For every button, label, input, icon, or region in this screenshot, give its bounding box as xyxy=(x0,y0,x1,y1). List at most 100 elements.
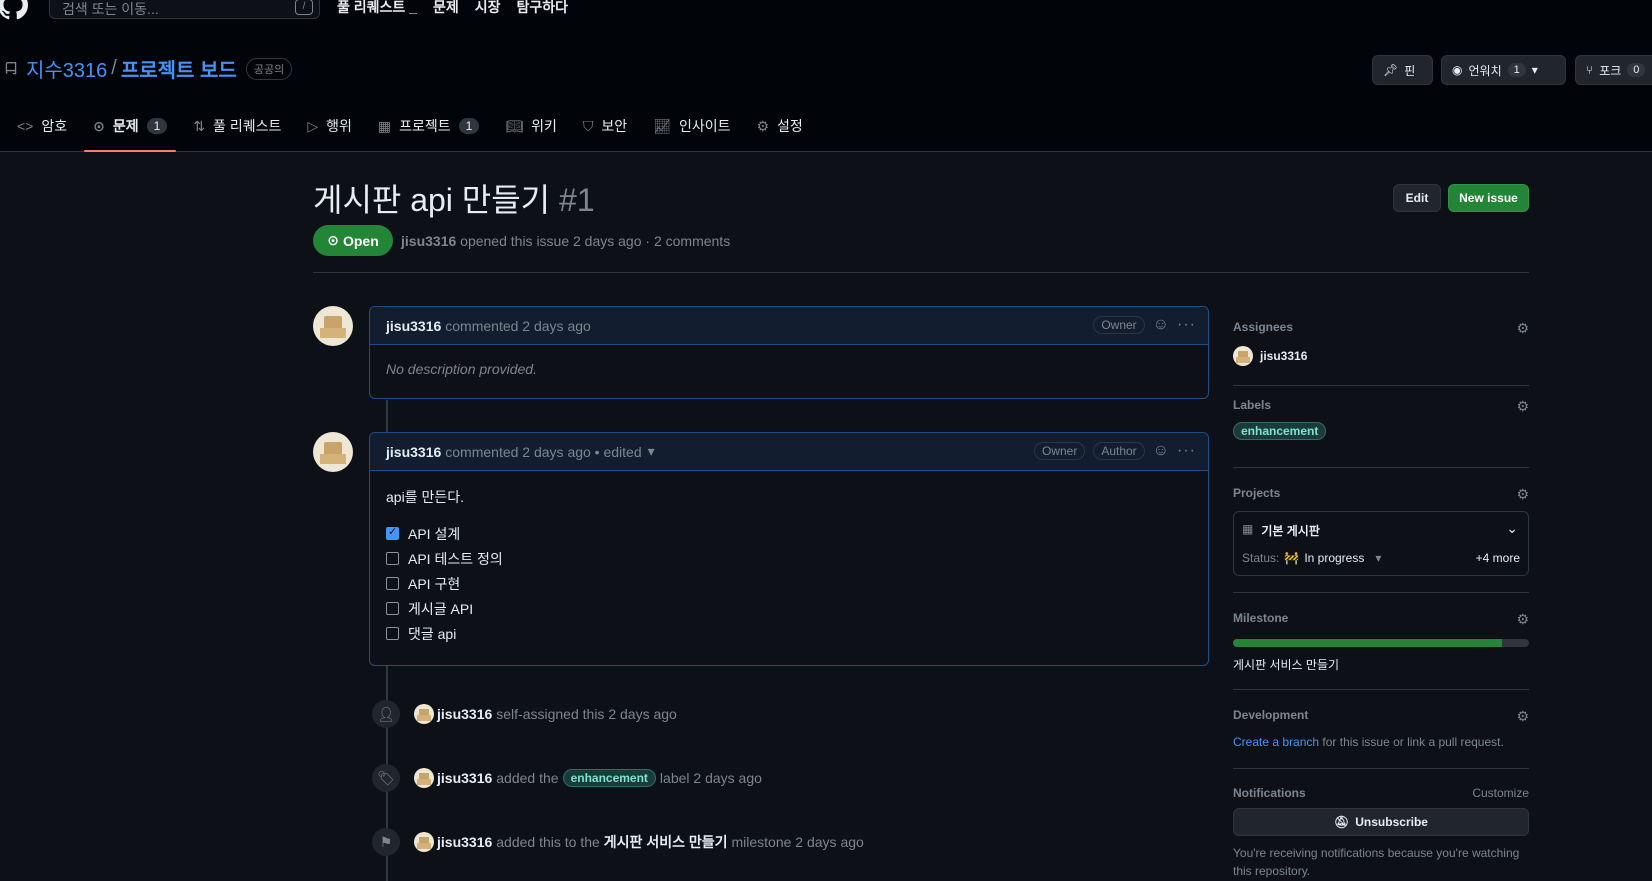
task-item: API 테스트 정의 xyxy=(386,546,1192,571)
tab-projects[interactable]: ▦ 프로젝트 1 xyxy=(369,104,488,148)
pin-button[interactable]: 📌︎ 핀 xyxy=(1372,55,1433,85)
sidebar-assignees: Assignees ⚙ jisu3316 xyxy=(1233,320,1529,386)
task-text: 게시글 API xyxy=(408,600,474,617)
kebab-horizontal-icon[interactable]: ··· xyxy=(1177,316,1196,334)
comment-author-link[interactable]: jisu3316 xyxy=(386,444,441,460)
task-checkbox[interactable] xyxy=(386,602,399,615)
pin-label: 핀 xyxy=(1404,63,1416,78)
tab-insights[interactable]: 📈︎ 인사이트 xyxy=(644,104,739,148)
avatar[interactable] xyxy=(313,432,353,472)
sidebar-development: Development ⚙ xyxy=(1233,708,1529,725)
gear-icon[interactable]: ⚙ xyxy=(1516,486,1529,503)
search-shortcut-key: / xyxy=(295,0,313,15)
tab-settings[interactable]: ⚙ 설정 xyxy=(747,104,811,148)
assignee-name: jisu3316 xyxy=(1260,349,1308,363)
kebab-horizontal-icon[interactable]: ··· xyxy=(1177,442,1196,460)
tab-label: 위키 xyxy=(531,118,557,134)
progress-fill xyxy=(1233,639,1503,647)
book-icon: 📖︎ xyxy=(505,117,524,134)
event-author-link[interactable]: jisu3316 xyxy=(437,770,492,786)
tab-pull-requests[interactable]: ⇅ 풀 리퀘스트 xyxy=(184,104,290,148)
milestone-link[interactable]: 게시판 서비스 만들기 xyxy=(604,832,728,852)
tab-label: 프로젝트 xyxy=(399,118,451,134)
pin-icon: 📌︎ xyxy=(1383,63,1399,77)
project-title-row[interactable]: ▦ 기본 게시판 xyxy=(1242,522,1320,539)
projects-heading[interactable]: Projects xyxy=(1233,486,1529,500)
labels-heading[interactable]: Labels xyxy=(1233,398,1529,412)
owner-badge: Owner xyxy=(1093,316,1145,334)
gear-icon[interactable]: ⚙ xyxy=(1516,398,1529,415)
issue-state-badge: ⊙ Open xyxy=(313,225,393,256)
task-checkbox[interactable] xyxy=(386,627,399,640)
comment-body-text: No description provided. xyxy=(386,361,537,377)
tab-label: 풀 리퀘스트 xyxy=(213,118,282,134)
task-text: API 설계 xyxy=(408,525,461,542)
tab-security[interactable]: ⛉ 보안 xyxy=(574,104,636,148)
gear-icon[interactable]: ⚙ xyxy=(1516,708,1529,725)
event-author-link[interactable]: jisu3316 xyxy=(437,706,492,722)
smiley-icon[interactable]: ☺ xyxy=(1153,442,1169,460)
task-checkbox[interactable] xyxy=(386,552,399,565)
repo-owner-link[interactable]: 지수3316 xyxy=(26,54,107,83)
avatar[interactable] xyxy=(414,832,434,852)
event-author-link[interactable]: jisu3316 xyxy=(437,834,492,850)
nav-marketplace[interactable]: 시장 xyxy=(475,0,501,17)
smiley-icon[interactable]: ☺ xyxy=(1153,316,1169,334)
tab-label: 보안 xyxy=(601,118,628,134)
event-text: milestone 2 days ago xyxy=(731,834,864,850)
comment-author-link[interactable]: jisu3316 xyxy=(386,318,441,334)
new-issue-button[interactable]: New issue xyxy=(1448,184,1529,212)
comment-header: jisu3316 commented 2 days ago Owner ☺ ··… xyxy=(370,307,1208,345)
milestone-heading[interactable]: Milestone xyxy=(1233,611,1529,625)
task-item: 게시글 API xyxy=(386,596,1192,621)
play-icon: ▷ xyxy=(307,117,319,134)
watch-button[interactable]: ◉ 언워치 1 ▾ xyxy=(1441,55,1566,85)
label-enhancement[interactable]: enhancement xyxy=(562,769,656,787)
tab-count: 1 xyxy=(458,118,480,134)
milestone-icon: ⚑ xyxy=(372,828,400,856)
avatar[interactable] xyxy=(414,704,434,724)
event-text: self-assigned this 2 days ago xyxy=(496,706,677,722)
divider xyxy=(1233,592,1529,593)
search-input[interactable]: 검색 또는 이동... / xyxy=(49,0,320,19)
unsubscribe-button[interactable]: 🔕︎ Unsubscribe xyxy=(1233,808,1529,836)
nav-pull-requests[interactable]: 풀 리퀘스트 _ xyxy=(337,0,417,17)
gear-icon[interactable]: ⚙ xyxy=(1516,320,1529,337)
nav-issues[interactable]: 문제 xyxy=(433,0,459,17)
search-placeholder: 검색 또는 이동... xyxy=(62,1,159,17)
chevron-down-icon[interactable]: ⌄ xyxy=(1506,520,1518,537)
avatar[interactable] xyxy=(414,768,434,788)
tab-label: 문제 xyxy=(112,118,139,134)
create-branch-link[interactable]: Create a branch xyxy=(1233,735,1319,749)
more-fields-link[interactable]: +4 more xyxy=(1476,551,1520,565)
assignees-heading[interactable]: Assignees xyxy=(1233,320,1529,334)
customize-link[interactable]: Customize xyxy=(1472,786,1529,800)
tab-actions[interactable]: ▷ 행위 xyxy=(298,104,361,148)
issue-title-text: 게시판 api 만들기 xyxy=(313,182,551,218)
gear-icon[interactable]: ⚙ xyxy=(1516,611,1529,628)
tab-wiki[interactable]: 📖︎ 위키 xyxy=(496,104,566,148)
edit-button[interactable]: Edit xyxy=(1393,184,1441,212)
fork-button[interactable]: ⑂ 포크 0 xyxy=(1575,55,1652,85)
milestone-link[interactable]: 게시판 서비스 만들기 xyxy=(1233,656,1339,673)
issue-author-link[interactable]: jisu3316 xyxy=(401,233,456,249)
table-icon: ▦ xyxy=(1242,522,1254,536)
status-label: Status: xyxy=(1242,551,1280,565)
nav-explore[interactable]: 탐구하다 xyxy=(517,0,569,17)
github-logo-icon[interactable] xyxy=(0,0,32,20)
issue-meta-text: opened this issue 2 days ago · 2 comment… xyxy=(460,233,731,249)
task-checkbox[interactable] xyxy=(386,577,399,590)
avatar[interactable] xyxy=(313,306,353,346)
chevron-down-icon[interactable]: ▾ xyxy=(648,443,655,460)
label-enhancement[interactable]: enhancement xyxy=(1233,422,1327,440)
tab-issues[interactable]: ⊙ 문제 1 xyxy=(84,104,177,152)
tab-code[interactable]: <> 암호 xyxy=(8,104,76,148)
tab-label: 암호 xyxy=(41,118,68,134)
assignee-item[interactable]: jisu3316 xyxy=(1233,346,1529,366)
task-checkbox[interactable] xyxy=(386,525,399,540)
notification-reason-text: You're receiving notifications because y… xyxy=(1233,846,1520,878)
tab-label: 행위 xyxy=(326,118,352,134)
shield-icon: ⛉ xyxy=(582,117,594,134)
project-status[interactable]: Status: 🚧 In progress ▾ xyxy=(1242,551,1381,565)
repo-name-link[interactable]: 프로젝트 보드 xyxy=(121,54,237,83)
